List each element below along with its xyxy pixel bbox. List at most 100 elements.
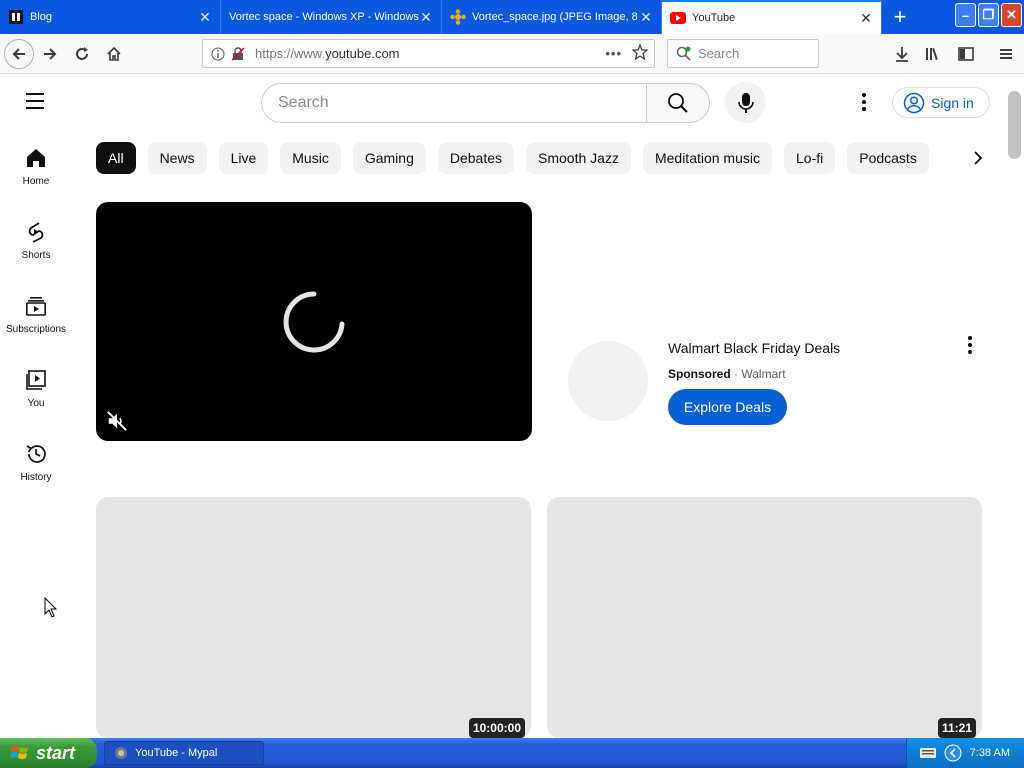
taskbar-item-youtube-mypal[interactable]: YouTube - Mypal — [104, 741, 264, 765]
explore-deals-button[interactable]: Explore Deals — [668, 389, 787, 425]
chip-smooth-jazz[interactable]: Smooth Jazz — [526, 142, 631, 174]
ad-more-options-button[interactable] — [960, 334, 980, 356]
downloads-button[interactable] — [886, 38, 918, 70]
home-button[interactable] — [98, 38, 130, 70]
reload-button[interactable] — [66, 38, 98, 70]
close-tab-icon[interactable]: ✕ — [639, 10, 653, 24]
back-arrow-icon — [12, 47, 25, 60]
voice-search-button[interactable] — [725, 82, 766, 123]
keyboard-icon[interactable] — [919, 747, 936, 759]
microphone-icon — [737, 92, 754, 113]
back-button[interactable] — [4, 38, 34, 69]
hamburger-menu-icon — [1000, 49, 1012, 59]
start-button[interactable]: start — [0, 738, 97, 768]
video-thumbnail[interactable]: 10:00:00 — [96, 497, 531, 738]
chip-news[interactable]: News — [147, 142, 207, 174]
chip-gaming[interactable]: Gaming — [352, 142, 426, 174]
forward-button[interactable] — [34, 38, 66, 70]
more-vertical-icon — [968, 336, 972, 354]
system-tray: 7:38 AM — [906, 738, 1024, 768]
chip-music[interactable]: Music — [280, 142, 341, 174]
youtube-search-button[interactable] — [646, 83, 710, 123]
browser-tab-strip: Blog ✕ Vortec space - Windows XP - Windo… — [0, 0, 1024, 34]
search-engine-icon — [676, 46, 691, 61]
library-button[interactable] — [918, 38, 950, 70]
info-icon[interactable] — [209, 47, 227, 61]
sidebar-item-shorts[interactable]: Shorts — [0, 204, 72, 278]
tab-vortec-image[interactable]: Vortec_space.jpg (JPEG Image, 8 ✕ — [442, 0, 662, 34]
app-menu-button[interactable] — [990, 38, 1022, 70]
library-icon — [926, 47, 938, 61]
new-tab-button[interactable]: + — [882, 0, 918, 34]
clock: 7:38 AM — [969, 747, 1010, 759]
mouse-cursor-icon — [44, 597, 58, 618]
subscriptions-icon — [24, 294, 48, 318]
youtube-search-input[interactable]: Search — [261, 83, 647, 123]
browser-navbar: https://www.youtube.com ••• Search — [0, 34, 1024, 74]
blog-favicon — [8, 9, 24, 25]
close-tab-icon[interactable]: ✕ — [198, 10, 212, 24]
chip-meditation-music[interactable]: Meditation music — [642, 142, 772, 174]
lock-icon[interactable] — [229, 46, 247, 61]
youtube-header: Search Sign in — [0, 74, 1024, 130]
advertiser-avatar[interactable] — [568, 341, 648, 421]
loading-spinner-icon — [283, 291, 345, 353]
sign-in-button[interactable]: Sign in — [892, 87, 990, 118]
filter-chips-bar: All News Live Music Gaming Debates Smoot… — [96, 142, 996, 174]
tab-youtube[interactable]: YouTube ✕ — [662, 0, 882, 34]
chip-live[interactable]: Live — [218, 142, 269, 174]
history-icon — [24, 442, 48, 466]
mypal-app-icon — [115, 747, 127, 759]
sidebar-item-history[interactable]: History — [0, 426, 72, 500]
minimize-button[interactable]: – — [955, 3, 976, 27]
windows-logo-icon — [10, 746, 28, 759]
hamburger-menu-icon — [26, 93, 44, 109]
home-icon — [107, 46, 121, 61]
chip-podcasts[interactable]: Podcasts — [847, 142, 929, 174]
video-duration: 10:00:00 — [468, 718, 525, 738]
guide-menu-button[interactable] — [24, 92, 48, 110]
sidebar-icon — [958, 47, 974, 61]
youtube-mini-guide: Home Shorts Subscriptions You History — [0, 130, 72, 500]
you-icon — [24, 368, 48, 392]
browser-search-input[interactable]: Search — [667, 39, 819, 68]
more-vertical-icon — [862, 93, 866, 111]
tab-vortec-space[interactable]: Vortec space - Windows XP - Windows ✕ — [221, 0, 442, 34]
bookmark-star-icon[interactable] — [631, 43, 649, 63]
close-tab-icon[interactable]: ✕ — [859, 11, 873, 25]
ad-video-player[interactable] — [96, 202, 532, 441]
chips-next-button[interactable] — [966, 146, 990, 170]
sidebar-item-home[interactable]: Home — [0, 130, 72, 204]
scrollbar-thumb[interactable] — [1008, 91, 1021, 159]
shorts-icon — [24, 220, 48, 244]
home-icon — [24, 146, 48, 170]
tab-blog[interactable]: Blog ✕ — [0, 0, 221, 34]
settings-more-button[interactable] — [852, 90, 876, 114]
url-text: https://www.youtube.com — [255, 46, 400, 61]
close-tab-icon[interactable]: ✕ — [419, 10, 433, 24]
account-icon — [903, 92, 925, 113]
download-icon — [896, 47, 908, 62]
youtube-favicon — [670, 10, 686, 26]
chevron-right-icon — [974, 151, 983, 165]
window-close-button[interactable]: ✕ — [1001, 3, 1022, 27]
url-bar[interactable]: https://www.youtube.com ••• — [202, 39, 655, 68]
tray-expand-icon[interactable] — [944, 744, 962, 762]
reload-icon — [76, 46, 88, 60]
chip-lo-fi[interactable]: Lo-fi — [784, 142, 836, 174]
sidebar-item-subscriptions[interactable]: Subscriptions — [0, 278, 72, 352]
video-duration: 11:21 — [937, 718, 976, 738]
sidebar-item-you[interactable]: You — [0, 352, 72, 426]
page-scrollbar[interactable] — [1006, 74, 1024, 738]
forward-arrow-icon — [44, 47, 57, 60]
video-thumbnail[interactable]: 11:21 — [547, 497, 982, 738]
windows-taskbar: start YouTube - Mypal 7:38 AM — [0, 738, 1024, 768]
sidebar-toggle-button[interactable] — [950, 38, 982, 70]
page-actions-icon[interactable]: ••• — [605, 46, 622, 61]
chip-all[interactable]: All — [96, 142, 136, 174]
ad-title[interactable]: Walmart Black Friday Deals — [668, 340, 840, 356]
search-icon — [668, 93, 688, 113]
chip-debates[interactable]: Debates — [437, 142, 515, 174]
maximize-button[interactable]: ❐ — [978, 3, 999, 27]
mute-icon[interactable] — [106, 410, 128, 432]
